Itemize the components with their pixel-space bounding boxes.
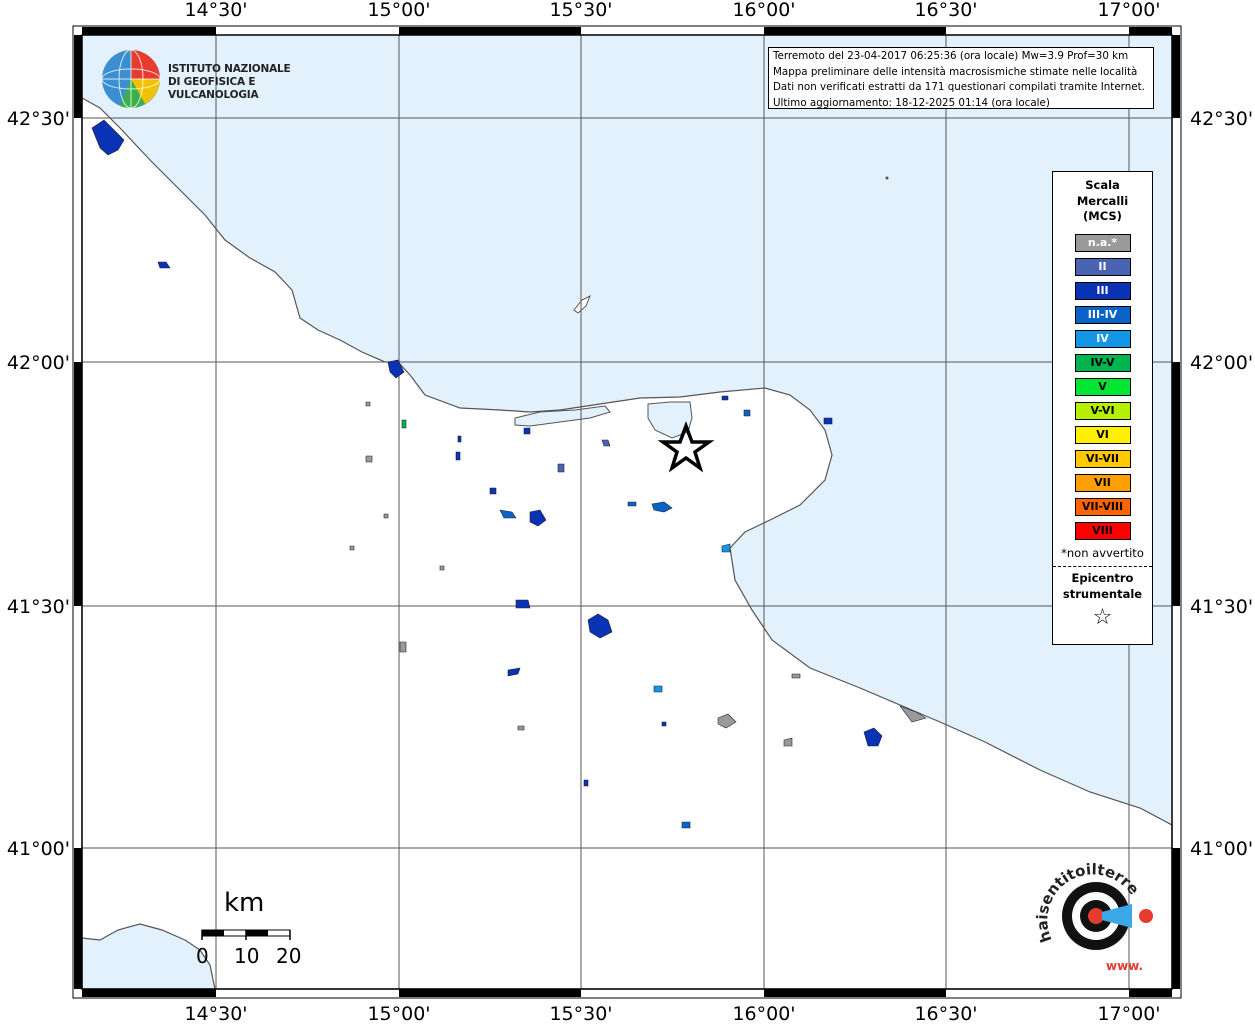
tick-label: 14°30' [184, 0, 247, 21]
municipality-na [399, 641, 407, 653]
tick-label: 41°00' [7, 838, 70, 860]
bottom-axis-labels: 14°30' 15°00' 15°30' 16°00' 16°30' 17°00… [184, 1003, 1160, 1024]
legend-title-line: Scala [1085, 178, 1120, 192]
event-info-line: Dati non verificati estratti da 171 ques… [773, 81, 1145, 94]
municipality-iii [721, 395, 729, 401]
municipality-iv [653, 685, 663, 693]
municipality-iii [823, 417, 833, 425]
legend-items: n.a.* II III III-IV IV IV-V V V-VI VI VI-VII VII VI… [1053, 233, 1152, 540]
legend-epi-line: strumentale [1062, 586, 1143, 601]
tick-label: 16°30' [914, 0, 977, 21]
legend-swatch: IV [1074, 329, 1131, 348]
ingv-line2: DI GEOFISICA E VULCANOLOGIA [168, 76, 259, 101]
tick-label: 15°30' [549, 0, 612, 21]
ingv-name: ISTITUTO NAZIONALE DI GEOFISICA E VULCAN… [168, 63, 330, 102]
legend-swatch: V-VI [1074, 401, 1131, 420]
municipality-na [791, 673, 801, 679]
municipality-na [383, 513, 389, 519]
event-info-line: Terremoto del 23-04-2017 06:25:36 (ora l… [773, 50, 1129, 62]
event-info-line: Mappa preliminare delle intensità macros… [773, 65, 1138, 78]
legend-swatch: n.a.* [1074, 233, 1131, 252]
tick-label: 16°00' [732, 1003, 795, 1024]
municipality-iii [523, 427, 531, 435]
municipality-na [439, 565, 445, 571]
tick-label: 17°00' [1097, 0, 1160, 21]
left-axis-labels: 42°30' 42°00' 41°30' 41°00' [7, 108, 70, 860]
legend-title: Scala Mercalli (MCS) [1053, 178, 1152, 225]
legend-epi-line: Epicentro [1071, 570, 1134, 585]
tick-label: 42°30' [7, 108, 70, 130]
tick-label: 15°00' [367, 0, 430, 21]
municipality-iii [583, 779, 589, 787]
legend-swatch: VI-VII [1074, 449, 1131, 468]
municipality-iii [661, 721, 667, 727]
legend-swatch: VII-VIII [1074, 497, 1131, 516]
legend-swatch: VII [1074, 473, 1131, 492]
municipality-iii [457, 435, 462, 443]
legend-swatch: VIII [1074, 521, 1131, 540]
tick-label: 15°30' [549, 1003, 612, 1024]
hai-sentito-logo: haisentitoilterremoto.it www. [1022, 846, 1160, 980]
municipality-iii [489, 487, 497, 495]
top-axis-labels: 14°30' 15°00' 15°30' 16°00' 16°30' 17°00… [184, 0, 1160, 21]
tick-label: 16°00' [732, 0, 795, 21]
tick-label: 14°30' [184, 1003, 247, 1024]
ingv-logo: ISTITUTO NAZIONALE DI GEOFISICA E VULCAN… [100, 48, 330, 112]
tick-label: 42°00' [7, 352, 70, 374]
municipality-iii [455, 451, 461, 461]
municipality-na [365, 455, 373, 463]
legend-note: *non avvertito [1061, 545, 1144, 560]
municipality-na [365, 401, 371, 407]
scale-label: 0 [196, 944, 209, 968]
municipality-ii [557, 463, 565, 473]
municipality-ivv [401, 419, 407, 429]
pianosa-island [885, 176, 889, 180]
legend-swatch: IV-V [1074, 353, 1131, 372]
hst-url: www. [1106, 959, 1143, 973]
ingv-line1: ISTITUTO NAZIONALE [168, 63, 291, 75]
scale-unit: km [224, 888, 265, 918]
right-axis-labels: 42°30' 42°00' 41°30' 41°00' [1190, 108, 1253, 860]
tick-label: 16°30' [914, 1003, 977, 1024]
legend-title-line: Mercalli [1076, 193, 1129, 208]
star-icon: ☆ [1092, 604, 1113, 630]
municipality-iii-iv [743, 409, 751, 417]
municipality-na [517, 725, 525, 731]
ingv-globe-icon [101, 49, 161, 109]
tick-label: 42°00' [1190, 352, 1253, 374]
municipality-na [349, 545, 355, 551]
tick-label: 15°00' [367, 1003, 430, 1024]
legend-epicenter-label: Epicentro strumentale [1053, 570, 1152, 602]
tick-label: 42°30' [1190, 108, 1253, 130]
municipality-iii [515, 599, 531, 609]
intensity-legend: Scala Mercalli (MCS) n.a.* II III III-IV IV I… [1052, 171, 1153, 645]
scale-label: 10 [234, 944, 260, 968]
legend-swatch: II [1074, 257, 1131, 276]
legend-swatch: VI [1074, 425, 1131, 444]
tick-label: 41°00' [1190, 838, 1253, 860]
municipality-iii-iv [627, 501, 637, 507]
scale-bar: km 0 10 20 [196, 888, 316, 978]
event-info-box: Terremoto del 23-04-2017 06:25:36 (ora l… [768, 47, 1154, 109]
tick-label: 41°30' [1190, 596, 1253, 618]
legend-swatch: V [1074, 377, 1131, 396]
hai-sentito-logo-icon: haisentitoilterremoto.it www. [1022, 846, 1153, 973]
legend-divider [1053, 565, 1152, 567]
legend-title-line: (MCS) [1083, 209, 1122, 223]
legend-swatch: III [1074, 281, 1131, 300]
legend-swatch: III-IV [1074, 305, 1131, 324]
event-info-line: Ultimo aggiornamento: 18-12-2025 01:14 (… [773, 96, 1050, 109]
scale-label: 20 [276, 944, 302, 968]
tick-label: 41°30' [7, 596, 70, 618]
municipality-iii-iv [681, 821, 691, 829]
tick-label: 17°00' [1097, 1003, 1160, 1024]
